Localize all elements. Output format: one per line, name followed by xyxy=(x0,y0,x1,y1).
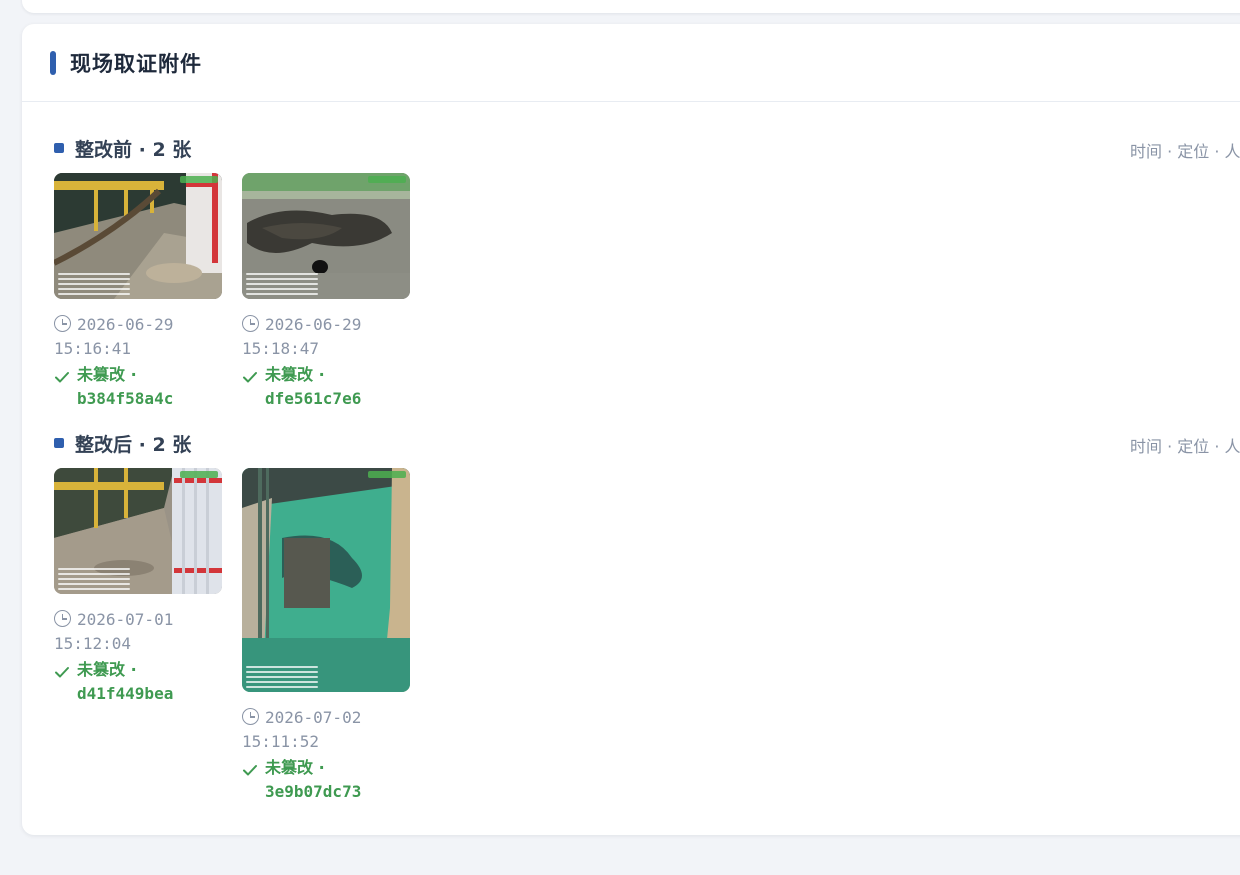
photo-watermark xyxy=(58,565,130,590)
group-before: 整改前 · 2 张 时间 · 定位 · 人 2026-06-29 15:16:4… xyxy=(22,134,1240,411)
check-icon xyxy=(55,372,69,383)
photo-row: 2026-07-01 15:12:04 未篡改 · d41f449bea 202… xyxy=(22,468,1240,804)
verification-stamp xyxy=(368,176,406,183)
verification-stamp xyxy=(180,176,218,183)
group-bullet xyxy=(54,143,64,153)
group-header: 整改后 · 2 张 时间 · 定位 · 人 xyxy=(22,429,1240,457)
integrity-status: 未篡改 · d41f449bea xyxy=(54,658,222,706)
integrity-status: 未篡改 · 3e9b07dc73 xyxy=(242,756,410,804)
evidence-card: 现场取证附件 整改前 · 2 张 时间 · 定位 · 人 2026-06-29 … xyxy=(22,24,1240,835)
group-bullet xyxy=(54,438,64,448)
photo-timestamp: 2026-06-29 15:16:41 xyxy=(54,313,222,361)
group-after: 整改后 · 2 张 时间 · 定位 · 人 2026-07-01 15:12:0… xyxy=(22,429,1240,804)
verification-stamp xyxy=(368,471,406,478)
status-label: 未篡改 · xyxy=(77,660,137,679)
photo-time: 15:11:52 xyxy=(242,732,320,751)
photo-card[interactable]: 2026-07-01 15:12:04 未篡改 · d41f449bea xyxy=(54,468,222,804)
photo-watermark xyxy=(58,270,130,295)
previous-card xyxy=(22,0,1240,13)
photo-hash: b384f58a4c xyxy=(77,389,174,408)
integrity-status: 未篡改 · b384f58a4c xyxy=(54,363,222,411)
photo-date: 2026-06-29 xyxy=(265,315,362,334)
photo-time: 15:18:47 xyxy=(242,339,320,358)
verification-stamp xyxy=(180,471,218,478)
check-icon xyxy=(55,667,69,678)
photo-time: 15:12:04 xyxy=(54,634,132,653)
group-header: 整改前 · 2 张 时间 · 定位 · 人 xyxy=(22,134,1240,162)
integrity-status: 未篡改 · dfe561c7e6 xyxy=(242,363,410,411)
photo-watermark xyxy=(246,663,318,688)
photo-hash: 3e9b07dc73 xyxy=(265,782,362,801)
header-accent-bar xyxy=(50,50,56,75)
section-title: 现场取证附件 xyxy=(70,51,202,76)
photo-hash: dfe561c7e6 xyxy=(265,389,362,408)
photo-image xyxy=(242,468,410,692)
card-header: 现场取证附件 xyxy=(22,24,1240,102)
photo-thumbnail[interactable] xyxy=(54,173,222,299)
clock-icon xyxy=(242,315,259,332)
photo-card[interactable]: 2026-06-29 15:16:41 未篡改 · b384f58a4c xyxy=(54,173,222,411)
group-title: 整改前 · 2 张 xyxy=(75,138,192,161)
photo-thumbnail[interactable] xyxy=(54,468,222,594)
photo-date: 2026-07-02 xyxy=(265,708,362,727)
clock-icon xyxy=(54,610,71,627)
status-label: 未篡改 · xyxy=(265,365,325,384)
check-icon xyxy=(243,372,257,383)
clock-icon xyxy=(242,708,259,725)
photo-timestamp: 2026-07-01 15:12:04 xyxy=(54,608,222,656)
photo-hash: d41f449bea xyxy=(77,684,174,703)
photo-time: 15:16:41 xyxy=(54,339,132,358)
photo-thumbnail[interactable] xyxy=(242,173,410,299)
photo-date: 2026-07-01 xyxy=(77,610,174,629)
photo-watermark xyxy=(246,270,318,295)
status-label: 未篡改 · xyxy=(265,758,325,777)
photo-date: 2026-06-29 xyxy=(77,315,174,334)
check-icon xyxy=(243,765,257,776)
group-meta: 时间 · 定位 · 人 xyxy=(1130,437,1240,456)
photo-card[interactable]: 2026-06-29 15:18:47 未篡改 · dfe561c7e6 xyxy=(242,173,410,411)
group-title: 整改后 · 2 张 xyxy=(75,433,192,456)
photo-row: 2026-06-29 15:16:41 未篡改 · b384f58a4c 202… xyxy=(22,173,1240,411)
photo-thumbnail[interactable] xyxy=(242,468,410,692)
group-meta: 时间 · 定位 · 人 xyxy=(1130,142,1240,161)
clock-icon xyxy=(54,315,71,332)
photo-timestamp: 2026-06-29 15:18:47 xyxy=(242,313,410,361)
status-label: 未篡改 · xyxy=(77,365,137,384)
photo-timestamp: 2026-07-02 15:11:52 xyxy=(242,706,410,754)
photo-card[interactable]: 2026-07-02 15:11:52 未篡改 · 3e9b07dc73 xyxy=(242,468,410,804)
